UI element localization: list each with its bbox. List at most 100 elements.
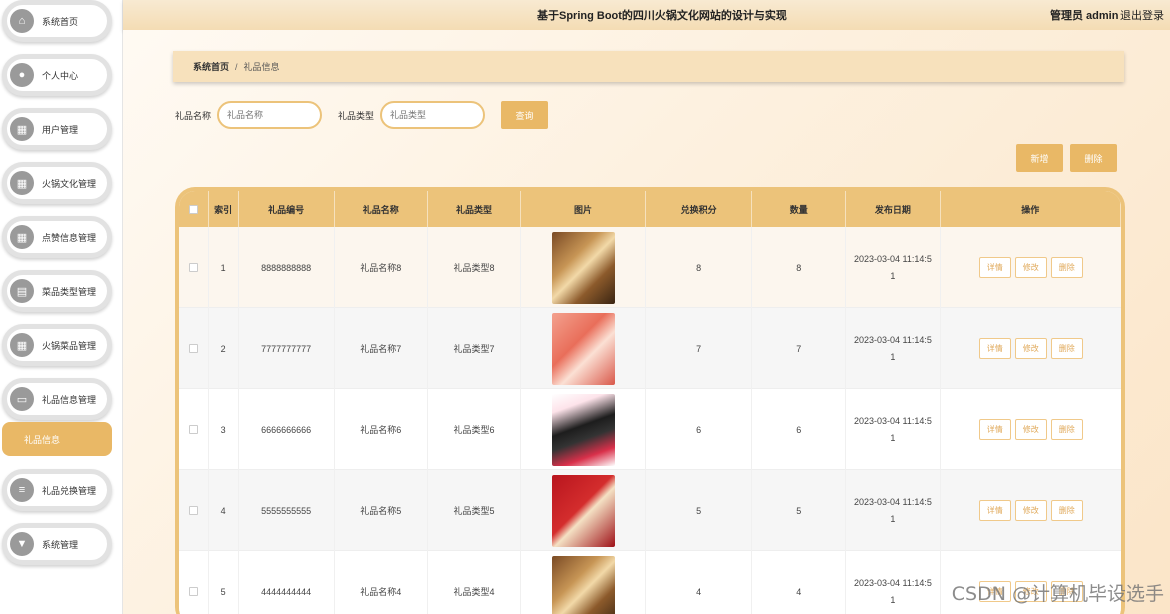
gift-thumbnail[interactable] [551,474,615,547]
cell-index: 4 [209,470,239,551]
cell-gift-code: 5555555555 [239,470,335,551]
column-header: 操作 [941,191,1121,227]
cell-publish-date: 2023-03-04 11:14:5 1 [846,551,941,614]
column-header: 数量 [752,191,847,227]
publish-date-line2: 1 [890,594,896,605]
delete-button[interactable]: 删除 [1050,257,1083,278]
detail-button[interactable]: 详情 [978,419,1011,440]
table-row: 4 5555555555 礼品名称5 礼品类型5 5 5 2023-03-04 11:14:… [179,470,1121,551]
publish-date: 2023-03-04 11:14:5 1 [850,251,936,285]
cell-quantity: 7 [752,308,847,389]
row-checkbox[interactable] [188,344,198,353]
row-checkbox[interactable] [188,506,198,515]
gift-thumbnail[interactable] [551,393,615,466]
sidebar-item[interactable]: ▦ 火锅文化管理 [2,162,112,204]
cell-image [521,551,647,614]
edit-button[interactable]: 修改 [1014,338,1047,359]
add-button[interactable]: 新增 [1016,144,1063,172]
cell-index: 2 [209,308,239,389]
cell-operations: 详情 修改 删除 [941,308,1121,389]
cell-gift-type: 礼品类型8 [428,227,522,308]
sidebar-item[interactable]: ⌂ 系统首页 [2,0,112,42]
column-header: 发布日期 [846,191,941,227]
delete-button[interactable]: 删除 [1050,500,1083,521]
cell-gift-name: 礼品名称4 [335,551,428,614]
column-header: 礼品名称 [335,191,428,227]
cell-publish-date: 2023-03-04 11:14:5 1 [846,389,941,470]
delete-button[interactable]: 删除 [1050,419,1083,440]
document-icon: ▤ [10,279,34,303]
table-row: 1 8888888888 礼品名称8 礼品类型8 8 8 2023-03-04 11:14:… [179,227,1121,308]
main-content: 系统首页 / 礼品信息 礼品名称 礼品类型 查询 新增 删除 索引礼品编号礼品名… [123,30,1170,614]
publish-date-line1: 2023-03-04 11:14:5 [853,253,932,264]
cell-gift-name: 礼品名称6 [335,389,428,470]
publish-date-line2: 1 [890,270,896,281]
column-header: 兑换积分 [646,191,753,227]
query-button[interactable]: 查询 [501,101,549,129]
publish-date-line1: 2023-03-04 11:14:5 [853,496,932,507]
sidebar-item-label: 礼品兑换管理 [42,485,97,496]
sidebar-item[interactable]: ● 个人中心 [2,54,112,96]
row-checkbox[interactable] [188,425,198,434]
gift-thumbnail[interactable] [551,312,615,385]
sidebar-item[interactable]: ▦ 点赞信息管理 [2,216,112,258]
column-header: 礼品编号 [239,191,335,227]
row-checkbox-cell [179,470,209,551]
sidebar-item[interactable]: ▦ 火锅菜品管理 [2,324,112,366]
sidebar-item-label: 菜品类型管理 [42,286,97,297]
logout-link[interactable]: 退出登录 [1120,7,1164,23]
cell-gift-type: 礼品类型6 [428,389,522,470]
gift-type-input[interactable] [380,101,486,129]
sidebar-item-label: 火锅文化管理 [42,178,97,189]
row-checkbox[interactable] [188,587,198,596]
cell-quantity: 4 [752,551,847,614]
grid-icon: ▦ [10,225,34,249]
top-header: 基于Spring Boot的四川火锅文化网站的设计与实现 管理员 admin 退… [123,0,1170,30]
sidebar-subitem-gift-info[interactable]: 礼品信息 [2,422,112,456]
edit-button[interactable]: 修改 [1014,257,1047,278]
publish-date-line1: 2023-03-04 11:14:5 [853,415,932,426]
sidebar-item-label: 系统首页 [42,16,79,27]
gift-thumbnail[interactable] [551,231,615,304]
edit-button[interactable]: 修改 [1014,419,1047,440]
detail-button[interactable]: 详情 [978,257,1011,278]
cell-points: 7 [646,308,753,389]
publish-date: 2023-03-04 11:14:5 1 [850,413,936,447]
detail-button[interactable]: 详情 [978,338,1011,359]
current-user: 管理员 admin [1050,10,1119,22]
cell-gift-type: 礼品类型5 [428,470,522,551]
sidebar-item[interactable]: ▼ 系统管理 [2,523,112,565]
cell-points: 8 [646,227,753,308]
gift-name-input[interactable] [217,101,323,129]
sidebar-item[interactable]: ≡ 礼品兑换管理 [2,469,112,511]
breadcrumb-home[interactable]: 系统首页 [193,60,229,73]
cell-gift-name: 礼品名称7 [335,308,428,389]
breadcrumb-separator: / [235,61,238,72]
publish-date-line1: 2023-03-04 11:14:5 [853,334,932,345]
detail-button[interactable]: 详情 [978,500,1011,521]
cell-publish-date: 2023-03-04 11:14:5 1 [846,308,941,389]
sidebar-item[interactable]: ▭ 礼品信息管理 [2,378,112,420]
edit-button[interactable]: 修改 [1014,500,1047,521]
sidebar-item[interactable]: ▦ 用户管理 [2,108,112,150]
cell-publish-date: 2023-03-04 11:14:5 1 [846,227,941,308]
table-row: 3 6666666666 礼品名称6 礼品类型6 6 6 2023-03-04 11:14:… [179,389,1121,470]
cell-operations: 详情 修改 删除 [941,227,1121,308]
publish-date: 2023-03-04 11:14:5 1 [850,575,936,609]
batch-delete-button[interactable]: 删除 [1070,144,1117,172]
sidebar-item[interactable]: ▤ 菜品类型管理 [2,270,112,312]
delete-button[interactable]: 删除 [1050,338,1083,359]
cell-index: 5 [209,551,239,614]
gift-thumbnail[interactable] [551,555,615,614]
cell-gift-type: 礼品类型7 [428,308,522,389]
gift-icon: ▭ [10,387,34,411]
table-row: 2 7777777777 礼品名称7 礼品类型7 7 7 2023-03-04 11:14:… [179,308,1121,389]
publish-date: 2023-03-04 11:14:5 1 [850,332,936,366]
table-header: 索引 礼品编号 礼品名称 礼品类型 图片 兑换积分 数量 发布日期 操作 [179,191,1121,227]
cell-publish-date: 2023-03-04 11:14:5 1 [846,470,941,551]
header-checkbox-cell [179,191,209,227]
sidebar-item-label: 点赞信息管理 [42,232,97,243]
cell-points: 5 [646,470,753,551]
select-all-checkbox[interactable] [188,204,198,214]
row-checkbox[interactable] [188,263,198,272]
